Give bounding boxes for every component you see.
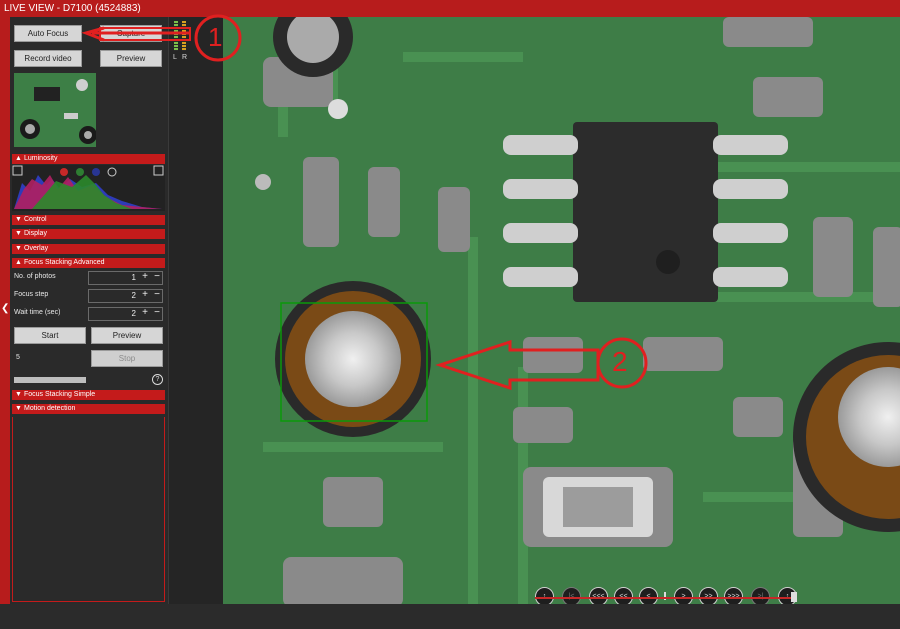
annotation-overlay [81,14,648,391]
arrow-2-icon [435,339,600,391]
arrow-1-icon [81,26,190,42]
callout-1-number: 1 [208,22,223,52]
callout-2-number: 2 [612,346,628,377]
bottom-bar [0,604,900,629]
